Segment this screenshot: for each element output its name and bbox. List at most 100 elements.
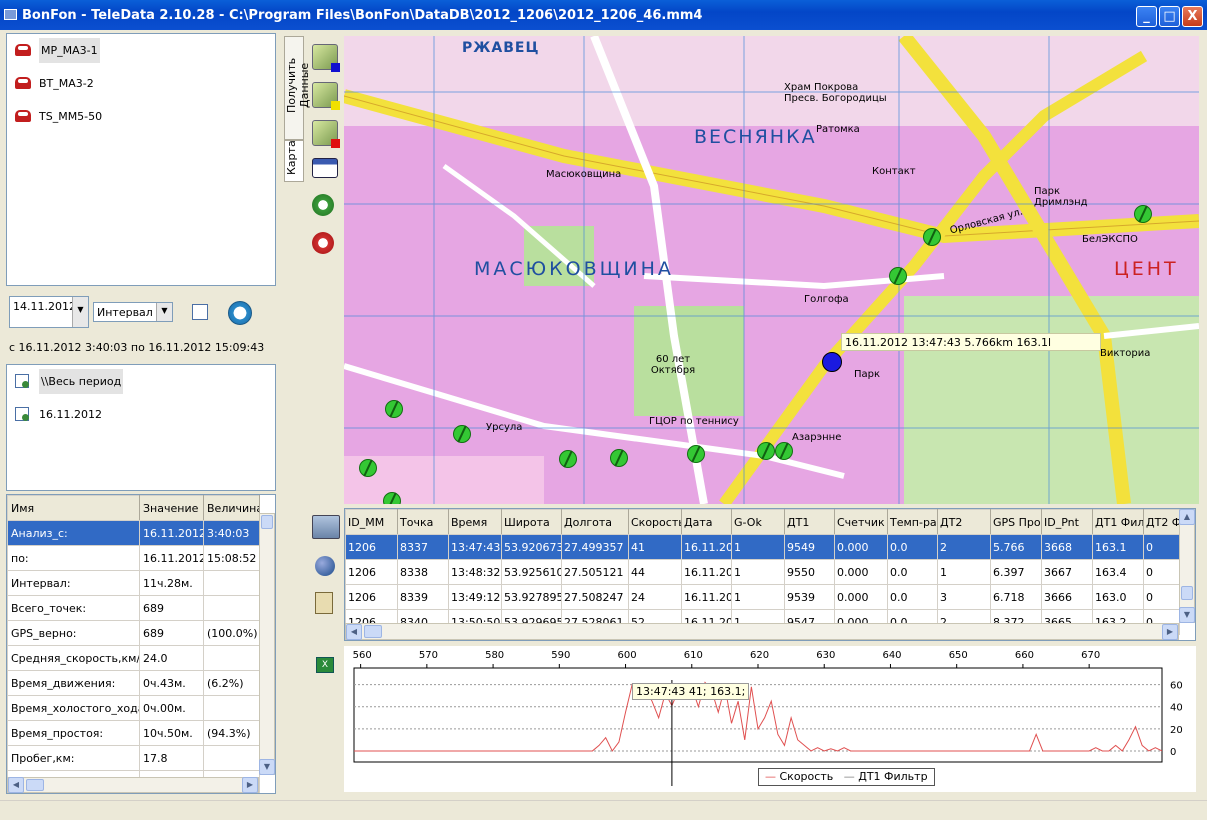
calendar-icon[interactable] <box>192 304 208 320</box>
table-row[interactable]: Время_простоя: 10ч.50м. (94.3%) <box>7 720 260 746</box>
data-grid: ID_MM Точка Время Широта Долгота Скорость Дата… <box>345 509 1180 635</box>
column-header[interactable]: Величина <box>203 495 260 521</box>
table-row[interactable]: GPS_верно: 689 (100.0%) <box>7 620 260 646</box>
column-header[interactable]: ДТ2 Ф <box>1143 509 1180 535</box>
track-point[interactable] <box>889 267 907 285</box>
layer-yellow-icon[interactable] <box>312 82 340 110</box>
column-header[interactable]: ID_MM <box>345 509 398 535</box>
table-row[interactable]: 1206 8339 13:49:12 53.927895 27.508247 24 16.1… <box>345 584 1180 610</box>
table-row[interactable]: 1206 8337 13:47:43 53.920673 27.499357 41 16.1… <box>345 534 1180 560</box>
column-header[interactable]: Долгота <box>561 509 629 535</box>
chevron-right-icon[interactable]: ▶ <box>1162 624 1178 640</box>
window-title: BonFon - TeleData 2.10.28 - C:\Program F… <box>22 8 703 23</box>
column-header[interactable]: Темп-ра <box>887 509 938 535</box>
table-row[interactable]: Время_холостого_хода: 0ч.00м. <box>7 695 260 721</box>
column-header[interactable]: Широта <box>501 509 562 535</box>
tab-map[interactable]: Карта <box>284 140 304 182</box>
track-point[interactable] <box>687 445 705 463</box>
track-point[interactable] <box>775 442 793 460</box>
vehicle-item[interactable]: TS_MM5-50 <box>7 100 275 133</box>
track-point[interactable] <box>359 459 377 477</box>
track-point[interactable] <box>385 400 403 418</box>
track-point[interactable] <box>610 449 628 467</box>
map-view[interactable]: РЖАВЕЦ ВЕСНЯНКА МАСЮКОВЩИНА ЦЕНТ Масюков… <box>344 36 1199 504</box>
app-icon[interactable] <box>4 9 17 20</box>
map-label: Храм Покрова Пресв. Богородицы <box>784 82 887 104</box>
column-header[interactable]: Имя <box>7 495 140 521</box>
table-row[interactable]: Анализ_с: 16.11.2012 3:40:03 <box>7 520 260 546</box>
stats-panel: Имя Значение Величина Анализ_с: 16.11.201… <box>6 494 276 794</box>
table-row[interactable]: Интервал: 11ч.28м. <box>7 570 260 596</box>
stats-vscrollbar[interactable]: ▼ <box>259 513 275 775</box>
vehicle-item[interactable]: MP_MA3-1 <box>7 34 275 67</box>
table-row[interactable]: Средняя_скорость,км/ч: 24.0 <box>7 645 260 671</box>
chevron-down-icon[interactable]: ▼ <box>259 759 275 775</box>
grid-vscrollbar[interactable]: ▲ ▼ <box>1179 509 1195 623</box>
column-header[interactable]: ДТ1 <box>784 509 835 535</box>
current-point-marker[interactable] <box>822 352 842 372</box>
chevron-down-icon[interactable]: ▼ <box>72 297 88 327</box>
maximize-button[interactable]: □ <box>1159 6 1180 27</box>
tools-icon[interactable] <box>312 515 340 539</box>
clock-icon[interactable] <box>228 301 252 325</box>
chevron-down-icon[interactable]: ▼ <box>156 303 172 321</box>
layer-red-icon[interactable] <box>312 120 340 148</box>
y-tick-label: 40 <box>1170 703 1183 714</box>
scroll-thumb[interactable] <box>364 625 382 638</box>
excel-export-icon[interactable]: X <box>316 657 334 673</box>
map-label: Викториа <box>1100 348 1151 359</box>
vehicle-item[interactable]: BT_MA3-2 <box>7 67 275 100</box>
map-window-icon[interactable] <box>312 158 338 178</box>
column-header[interactable]: Точка <box>397 509 449 535</box>
chevron-left-icon[interactable]: ◀ <box>8 777 24 793</box>
zoom-in-icon[interactable] <box>312 194 334 216</box>
period-item[interactable]: 16.11.2012 <box>7 398 275 431</box>
track-point[interactable] <box>923 228 941 246</box>
track-point[interactable] <box>383 492 401 504</box>
table-row[interactable]: Время_движения: 0ч.43м. (6.2%) <box>7 670 260 696</box>
column-header[interactable]: GPS Про <box>990 509 1042 535</box>
period-list: \\Весь период 16.11.2012 <box>6 364 276 491</box>
chevron-left-icon[interactable]: ◀ <box>346 624 362 640</box>
clipboard-icon[interactable] <box>315 592 333 614</box>
column-header[interactable]: G-Ok <box>731 509 785 535</box>
table-row[interactable]: Пробег,км: 17.8 <box>7 745 260 771</box>
track-point[interactable] <box>559 450 577 468</box>
zoom-out-icon[interactable] <box>312 232 334 254</box>
map-label: ГЦОР по теннису <box>649 416 739 427</box>
tab-get-data[interactable]: Получить Данные <box>284 36 311 140</box>
chevron-right-icon[interactable]: ▶ <box>242 777 258 793</box>
globe-icon[interactable] <box>315 556 335 576</box>
table-row[interactable]: Всего_точек: 689 <box>7 595 260 621</box>
chevron-up-icon[interactable]: ▲ <box>1179 509 1195 525</box>
speed-chart[interactable]: 60 40 20 0 560 570 580 590 600 610 620 630 640 650 660… <box>344 646 1196 792</box>
column-header[interactable]: ДТ1 Фил <box>1092 509 1144 535</box>
close-button[interactable]: X <box>1182 6 1203 27</box>
column-header[interactable]: Значение <box>139 495 204 521</box>
track-point[interactable] <box>453 425 471 443</box>
track-point[interactable] <box>1134 205 1152 223</box>
scroll-thumb[interactable] <box>1181 586 1193 600</box>
column-header[interactable]: Время <box>448 509 502 535</box>
column-header[interactable]: ДТ2 <box>937 509 991 535</box>
chevron-down-icon[interactable]: ▼ <box>1179 607 1195 623</box>
date-combo[interactable]: 14.11.2012 ▼ <box>9 296 89 328</box>
scroll-thumb[interactable] <box>261 515 273 529</box>
column-header[interactable]: Счетчик <box>834 509 888 535</box>
map-label: Парк Дримлэнд <box>1034 186 1088 208</box>
interval-combo[interactable]: Интервал ▼ <box>93 302 173 322</box>
table-row[interactable]: по: 16.11.2012 15:08:52 <box>7 545 260 571</box>
x-tick-label: 660 <box>1015 650 1034 661</box>
column-header[interactable]: Скорость <box>628 509 682 535</box>
map-streets <box>344 36 1199 504</box>
period-item[interactable]: \\Весь период <box>7 365 275 398</box>
minimize-button[interactable]: _ <box>1136 6 1157 27</box>
scroll-thumb[interactable] <box>26 779 44 791</box>
table-row[interactable]: 1206 8338 13:48:32 53.925610 27.505121 44 16.1… <box>345 559 1180 585</box>
grid-hscrollbar[interactable]: ◀ ▶ <box>345 623 1179 640</box>
stats-hscrollbar[interactable]: ◀ ▶ <box>7 777 259 793</box>
track-point[interactable] <box>757 442 775 460</box>
column-header[interactable]: ID_Pnt <box>1041 509 1093 535</box>
column-header[interactable]: Дата <box>681 509 732 535</box>
layer-blue-icon[interactable] <box>312 44 340 72</box>
